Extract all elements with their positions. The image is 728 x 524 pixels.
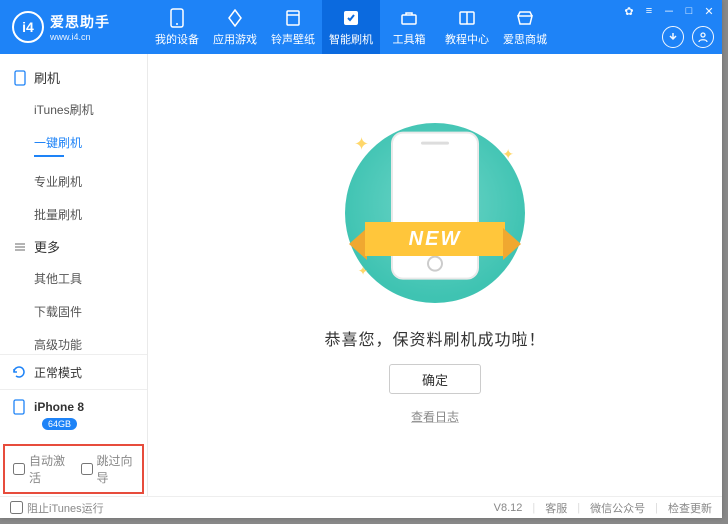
group-more: 更多 [0, 231, 147, 262]
tab-smart-flash[interactable]: 智能刷机 [322, 0, 380, 54]
brand-logo[interactable]: i4 爱思助手 www.i4.cn [0, 11, 148, 43]
tab-tutorials[interactable]: 教程中心 [438, 0, 496, 54]
success-illustration: ✦ ✦ ✦ NEW [330, 118, 540, 308]
main-panel: ✦ ✦ ✦ NEW 恭喜您，保资料刷机成功啦！ 确定 查看日志 [148, 54, 722, 496]
sidebar-item-onekey-flash[interactable]: 一键刷机 [0, 126, 147, 165]
block-itunes-checkbox[interactable]: 阻止iTunes运行 [10, 500, 104, 516]
sidebar-item-other-tools[interactable]: 其他工具 [0, 262, 147, 295]
tab-ringtones[interactable]: 铃声壁纸 [264, 0, 322, 54]
shirt-icon[interactable]: ✿ [622, 4, 636, 18]
storage-badge: 64GB [42, 418, 77, 430]
sidebar-item-pro-flash[interactable]: 专业刷机 [0, 165, 147, 198]
window-controls: ✿ ≡ － □ ✕ [622, 4, 716, 18]
body: 刷机 iTunes刷机 一键刷机 专业刷机 批量刷机 更多 其他工具 下载固件 … [0, 54, 722, 496]
toolbox-icon [399, 8, 419, 28]
status-bar: 阻止iTunes运行 V8.12 | 客服 | 微信公众号 | 检查更新 [0, 496, 722, 518]
sparkle-icon: ✦ [354, 134, 369, 155]
sparkle-icon: ✦ [358, 264, 368, 278]
sidebar-item-batch-flash[interactable]: 批量刷机 [0, 198, 147, 231]
view-log-link[interactable]: 查看日志 [411, 408, 459, 425]
flash-options-row: 自动激活 跳过向导 [3, 444, 144, 494]
tab-store[interactable]: 爱思商城 [496, 0, 554, 54]
device-card[interactable]: iPhone 8 64GB [0, 389, 147, 440]
music-icon [283, 8, 303, 28]
group-flash: 刷机 [0, 62, 147, 93]
app-window: i4 爱思助手 www.i4.cn 我的设备 应用游戏 铃声壁纸 智能刷机 [0, 0, 722, 518]
sparkle-icon: ✦ [502, 146, 514, 163]
title-right-icons [662, 26, 714, 48]
sidebar-bottom: 正常模式 iPhone 8 64GB 自动激活 跳过向导 [0, 354, 147, 496]
auto-activate-checkbox[interactable]: 自动激活 [13, 452, 67, 486]
support-link[interactable]: 客服 [545, 500, 567, 516]
version-label: V8.12 [494, 502, 523, 514]
brand-name: 爱思助手 [50, 12, 110, 32]
tab-apps[interactable]: 应用游戏 [206, 0, 264, 54]
phone-icon [167, 8, 187, 28]
close-button[interactable]: ✕ [702, 4, 716, 18]
check-update-link[interactable]: 检查更新 [668, 500, 712, 516]
phone-icon [12, 70, 28, 86]
logo-badge-icon: i4 [12, 11, 44, 43]
book-icon [457, 8, 477, 28]
ok-button[interactable]: 确定 [389, 364, 481, 394]
apps-icon [225, 8, 245, 28]
wechat-link[interactable]: 微信公众号 [590, 500, 645, 516]
title-bar: i4 爱思助手 www.i4.cn 我的设备 应用游戏 铃声壁纸 智能刷机 [0, 0, 722, 54]
download-icon[interactable] [662, 26, 684, 48]
tab-toolbox[interactable]: 工具箱 [380, 0, 438, 54]
user-icon[interactable] [692, 26, 714, 48]
tab-my-device[interactable]: 我的设备 [148, 0, 206, 54]
phone-icon [10, 398, 28, 416]
flash-icon [341, 8, 361, 28]
maximize-button[interactable]: □ [682, 4, 696, 18]
sidebar: 刷机 iTunes刷机 一键刷机 专业刷机 批量刷机 更多 其他工具 下载固件 … [0, 54, 148, 496]
refresh-icon [10, 363, 28, 381]
store-icon [515, 8, 535, 28]
skip-guide-checkbox[interactable]: 跳过向导 [81, 452, 135, 486]
status-mode-card[interactable]: 正常模式 [0, 354, 147, 389]
minimize-button[interactable]: － [662, 4, 676, 18]
sidebar-item-itunes-flash[interactable]: iTunes刷机 [0, 93, 147, 126]
sidebar-item-download-firmware[interactable]: 下载固件 [0, 295, 147, 328]
success-message: 恭喜您，保资料刷机成功啦！ [324, 326, 545, 350]
more-icon [12, 239, 28, 255]
top-tabs: 我的设备 应用游戏 铃声壁纸 智能刷机 工具箱 教程中心 [148, 0, 554, 54]
ribbon-icon: NEW [345, 214, 525, 262]
menu-icon[interactable]: ≡ [642, 4, 656, 18]
brand-url: www.i4.cn [50, 32, 110, 42]
